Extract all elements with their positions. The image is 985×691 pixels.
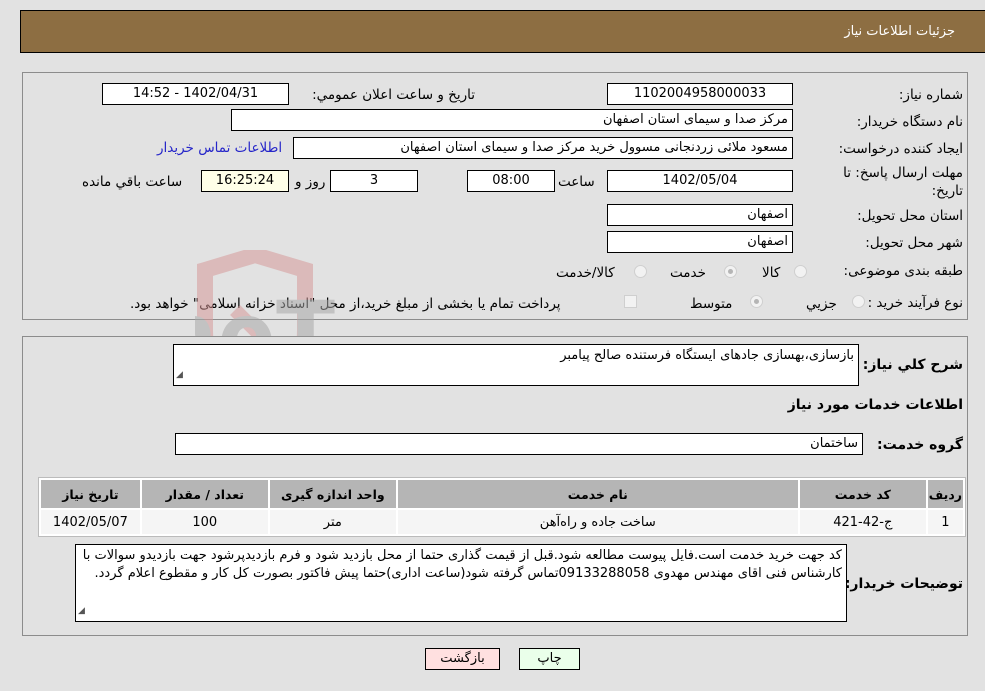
process-radio-minor[interactable] xyxy=(852,295,865,308)
service-group-label: گروه خدمت: xyxy=(877,437,963,453)
service-group-field: ساختمان xyxy=(175,433,863,455)
buyer-notes-label: توضیحات خریدار: xyxy=(844,576,963,592)
buyer-org-label: نام دستگاه خریدار: xyxy=(856,114,963,130)
resize-grip-icon[interactable]: ◢ xyxy=(176,366,183,384)
description-textarea[interactable]: بازسازی،بهسازی جادهای ایستگاه فرستنده صا… xyxy=(173,344,859,386)
deadline-date-field: 1402/05/04 xyxy=(607,170,793,192)
description-text: بازسازی،بهسازی جادهای ایستگاه فرستنده صا… xyxy=(560,348,854,363)
deadline-time-label: ساعت xyxy=(558,174,595,190)
deadline-time-field: 08:00 xyxy=(467,170,555,192)
table-row: 1 ج-42-421 ساخت جاده و راه‌آهن متر 100 1… xyxy=(41,510,963,534)
process-option-medium: متوسط xyxy=(690,296,733,312)
buyer-org-field: مرکز صدا و سیمای استان اصفهان xyxy=(231,109,793,131)
creator-label: ایجاد کننده درخواست: xyxy=(838,141,963,157)
cell-quantity: 100 xyxy=(141,510,268,534)
category-label: طبقه بندی موضوعی: xyxy=(843,263,963,279)
category-option-goods: کالا xyxy=(762,265,781,281)
treasury-checkbox-label: پرداخت تمام یا بخشی از مبلغ خرید،از محل … xyxy=(130,296,561,312)
province-label: استان محل تحویل: xyxy=(857,208,963,224)
description-label: شرح کلي نیاز: xyxy=(862,357,963,373)
deadline-label: مهلت ارسال پاسخ: تا تاریخ: xyxy=(843,165,963,199)
process-option-minor: جزيي xyxy=(806,296,837,312)
category-radio-goods-service[interactable] xyxy=(634,265,647,278)
column-header-quantity: تعداد / مقدار xyxy=(141,480,268,508)
column-header-need-date: تاریخ نیاز xyxy=(41,480,140,508)
table-header-row: ردیف کد خدمت نام خدمت واحد اندازه گیری ت… xyxy=(41,480,963,508)
cell-service-name: ساخت جاده و راه‌آهن xyxy=(397,510,798,534)
category-option-goods-service: کالا/خدمت xyxy=(556,265,615,281)
city-label: شهر محل تحویل: xyxy=(865,235,963,251)
creator-field: مسعود ملائی زردنجانی مسوول خرید مرکز صدا… xyxy=(293,137,793,159)
cell-need-date: 1402/05/07 xyxy=(41,510,140,534)
need-number-label: شماره نیاز: xyxy=(898,87,963,103)
column-header-service-code: کد خدمت xyxy=(799,480,926,508)
buyer-notes-text: کد جهت خرید خدمت است.فایل پیوست مطالعه ش… xyxy=(82,548,842,581)
page-header: جزئیات اطلاعات نیاز xyxy=(20,10,985,53)
category-option-service: خدمت xyxy=(670,265,706,281)
buyer-contact-link[interactable]: اطلاعات تماس خریدار xyxy=(157,140,282,156)
print-button[interactable]: چاپ xyxy=(519,648,580,670)
category-radio-service[interactable] xyxy=(724,265,737,278)
days-remaining-field: 3 xyxy=(330,170,418,192)
need-number-field: 1102004958000033 xyxy=(607,83,793,105)
province-field: اصفهان xyxy=(607,204,793,226)
column-header-row-number: ردیف xyxy=(927,480,963,508)
cell-row-number: 1 xyxy=(927,510,963,534)
buyer-notes-textarea[interactable]: کد جهت خرید خدمت است.فایل پیوست مطالعه ش… xyxy=(75,544,847,622)
remaining-time-label: ساعت باقي مانده xyxy=(82,174,183,190)
resize-grip-icon[interactable]: ◢ xyxy=(78,602,85,620)
announce-date-field: 1402/04/31 - 14:52 xyxy=(102,83,289,105)
remaining-time-field: 16:25:24 xyxy=(201,170,289,192)
cell-unit: متر xyxy=(269,510,396,534)
process-label: نوع فرآیند خرید : xyxy=(867,295,963,311)
category-radio-goods[interactable] xyxy=(794,265,807,278)
announce-date-label: تاريخ و ساعت اعلان عمومي: xyxy=(312,87,475,103)
column-header-service-name: نام خدمت xyxy=(397,480,798,508)
process-radio-medium[interactable] xyxy=(750,295,763,308)
city-field: اصفهان xyxy=(607,231,793,253)
column-header-unit: واحد اندازه گیری xyxy=(269,480,396,508)
cell-service-code: ج-42-421 xyxy=(799,510,926,534)
page-title: جزئیات اطلاعات نیاز xyxy=(844,24,955,39)
back-button[interactable]: بازگشت xyxy=(425,648,500,670)
services-heading: اطلاعات خدمات مورد نیاز xyxy=(787,397,963,413)
days-label: روز و xyxy=(295,174,326,190)
treasury-checkbox[interactable] xyxy=(624,295,637,308)
services-table: ردیف کد خدمت نام خدمت واحد اندازه گیری ت… xyxy=(38,477,966,537)
